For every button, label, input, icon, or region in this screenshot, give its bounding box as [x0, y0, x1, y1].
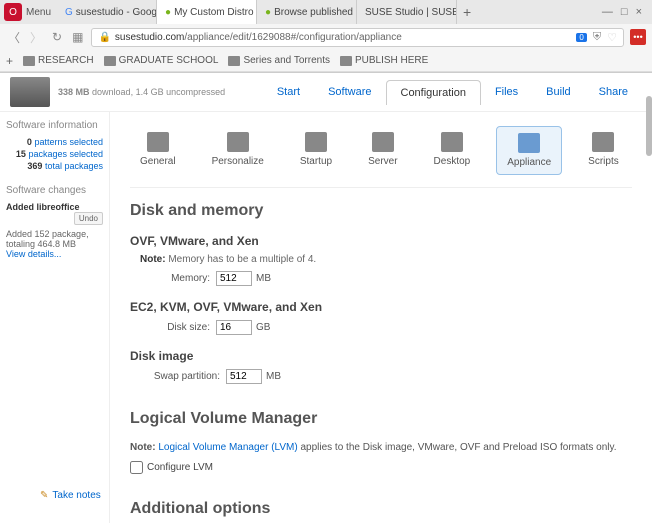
- disk-label: Disk size:: [140, 322, 210, 333]
- subtab-startup[interactable]: Startup: [290, 126, 342, 175]
- bookmark-research[interactable]: RESEARCH: [23, 55, 94, 66]
- menu-label: Menu: [26, 7, 51, 18]
- tab-browse[interactable]: ●Browse published applian×: [257, 0, 357, 24]
- server-icon: [372, 132, 394, 152]
- bookmark-publish[interactable]: PUBLISH HERE: [340, 55, 428, 66]
- blocker-badge[interactable]: 0: [576, 33, 586, 42]
- close-window-icon[interactable]: ×: [636, 6, 642, 18]
- subtab-personalize[interactable]: Personalize: [202, 126, 274, 175]
- subtab-desktop[interactable]: Desktop: [424, 126, 481, 175]
- configure-lvm-label: Configure LVM: [147, 462, 213, 473]
- bookmark-graduate[interactable]: GRADUATE SCHOOL: [104, 55, 219, 66]
- added-libreoffice: Added libreoffice: [6, 202, 80, 212]
- software-changes-heading: Software changes: [6, 185, 103, 196]
- download-info: 338 MB download, 1.4 GB uncompressed: [58, 87, 225, 97]
- tab-google[interactable]: Gsusestudio - Google Sea×: [57, 0, 157, 24]
- lvm-note: Note: Logical Volume Manager (LVM) appli…: [130, 442, 632, 453]
- memory-input[interactable]: [216, 271, 252, 286]
- maximize-icon[interactable]: □: [621, 6, 628, 18]
- page-title: Disk and memory: [130, 202, 632, 220]
- opera-menu-button[interactable]: O: [4, 3, 22, 21]
- undo-button[interactable]: Undo: [74, 212, 103, 225]
- shield-icon[interactable]: ⛨: [593, 31, 601, 44]
- tab-mydistro[interactable]: ●My Custom Distro Leap 4×: [157, 0, 257, 24]
- lvm-link[interactable]: Logical Volume Manager (LVM): [158, 442, 297, 453]
- heart-icon[interactable]: ♡: [607, 31, 617, 44]
- memory-unit: MB: [256, 273, 271, 284]
- add-bookmark-button[interactable]: +: [6, 54, 13, 68]
- appliance-tab-icon: [518, 133, 540, 153]
- swap-label: Swap partition:: [140, 371, 220, 382]
- personalize-icon: [227, 132, 249, 152]
- nav-share[interactable]: Share: [585, 80, 642, 105]
- reload-button[interactable]: ↻: [50, 30, 64, 44]
- software-info-heading: Software information: [6, 120, 103, 131]
- folder-icon: [23, 56, 35, 66]
- added-packages-info: Added 152 package, totaling 464.8 MB: [6, 229, 103, 249]
- folder-icon: [340, 56, 352, 66]
- bookmark-series[interactable]: Series and Torrents: [228, 55, 330, 66]
- address-bar[interactable]: 🔒 susestudio.com/appliance/edit/1629088#…: [91, 28, 624, 47]
- swap-input[interactable]: [226, 369, 262, 384]
- subtab-appliance[interactable]: Appliance: [496, 126, 562, 175]
- subtab-server[interactable]: Server: [358, 126, 407, 175]
- tab-suse[interactable]: SUSE Studio | SUSE×: [357, 0, 457, 24]
- memory-note: Note: Memory has to be a multiple of 4.: [140, 254, 632, 265]
- nav-build[interactable]: Build: [532, 80, 584, 105]
- configure-lvm-checkbox[interactable]: [130, 461, 143, 474]
- subtab-general[interactable]: General: [130, 126, 186, 175]
- section-ec2: EC2, KVM, OVF, VMware, and Xen: [130, 300, 632, 314]
- nav-start[interactable]: Start: [263, 80, 314, 105]
- section-ovf: OVF, VMware, and Xen: [130, 234, 632, 248]
- scripts-icon: [592, 132, 614, 152]
- forward-button[interactable]: 〉: [28, 29, 44, 46]
- general-icon: [147, 132, 169, 152]
- appliance-icon: [10, 77, 50, 107]
- packages-stat: 15 packages selected: [6, 149, 103, 159]
- additional-heading: Additional options: [130, 500, 632, 518]
- new-tab-button[interactable]: +: [457, 4, 477, 20]
- desktop-icon: [441, 132, 463, 152]
- section-diskimage: Disk image: [130, 349, 632, 363]
- patterns-stat: 0 patterns selected: [6, 137, 103, 147]
- minimize-icon[interactable]: —: [602, 6, 613, 18]
- folder-icon: [104, 56, 116, 66]
- total-stat: 369 total packages: [6, 161, 103, 171]
- disk-input[interactable]: [216, 320, 252, 335]
- nav-files[interactable]: Files: [481, 80, 532, 105]
- take-notes-link[interactable]: ✎ Take notes: [40, 490, 101, 501]
- subtab-scripts[interactable]: Scripts: [578, 126, 629, 175]
- startup-icon: [305, 132, 327, 152]
- view-details-link[interactable]: View details...: [6, 249, 61, 259]
- memory-label: Memory:: [140, 273, 210, 284]
- folder-icon: [228, 56, 240, 66]
- lvm-heading: Logical Volume Manager: [130, 410, 632, 428]
- disk-unit: GB: [256, 322, 270, 333]
- lock-icon: 🔒: [98, 32, 110, 43]
- back-button[interactable]: 〈: [6, 29, 22, 46]
- lastpass-icon[interactable]: •••: [630, 29, 646, 45]
- speed-dial-icon[interactable]: ▦: [70, 30, 85, 44]
- nav-software[interactable]: Software: [314, 80, 385, 105]
- pencil-icon: ✎: [40, 490, 48, 501]
- scrollbar[interactable]: [646, 96, 652, 156]
- swap-unit: MB: [266, 371, 281, 382]
- nav-configuration[interactable]: Configuration: [386, 80, 481, 105]
